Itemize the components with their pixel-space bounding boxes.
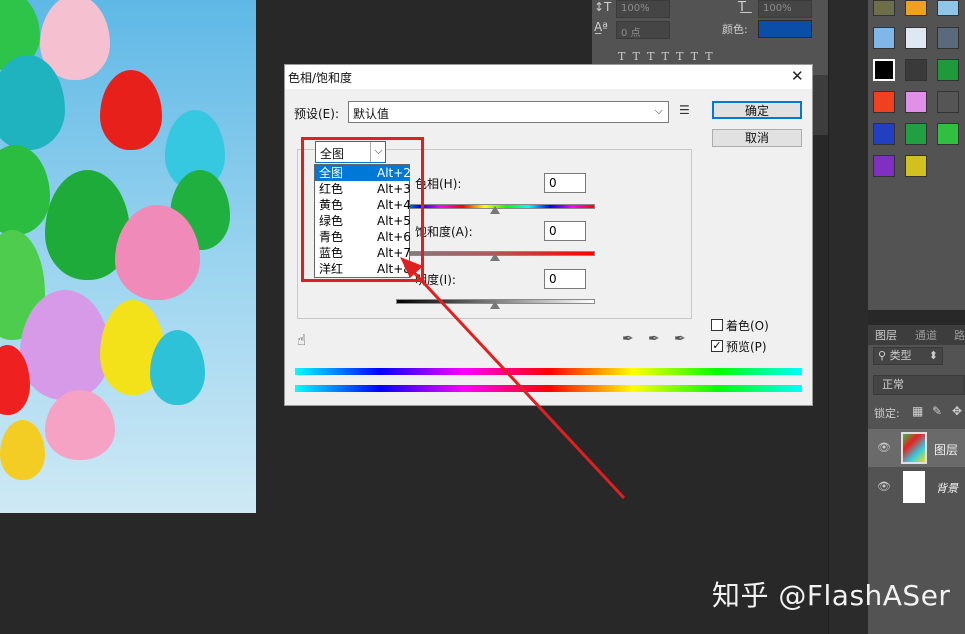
annotation-arrow [400,257,626,500]
watermark: 知乎 @FlashASer [712,579,951,612]
